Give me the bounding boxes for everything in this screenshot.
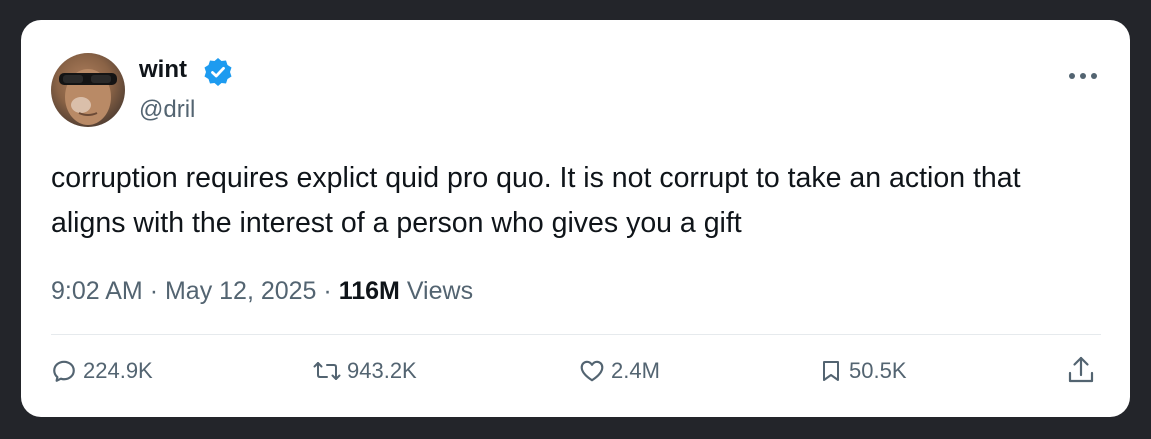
tweet-time[interactable]: 9:02 AM (51, 277, 143, 305)
tweet-metadata: 9:02 AM · May 12, 2025 · 116M Views (51, 275, 473, 307)
bookmark-count: 50.5K (849, 358, 907, 383)
repost-button[interactable]: 943.2K (313, 356, 417, 386)
share-button[interactable] (1065, 354, 1097, 386)
display-name[interactable]: wint (139, 56, 187, 84)
repost-icon (313, 362, 341, 380)
reply-icon (53, 360, 75, 382)
meta-separator: · (323, 277, 332, 305)
like-count: 2.4M (611, 358, 660, 383)
reply-count: 224.9K (83, 358, 153, 383)
meta-separator: · (149, 277, 159, 305)
repost-count: 943.2K (347, 358, 417, 383)
divider (51, 334, 1101, 335)
tweet-date[interactable]: May 12, 2025 (165, 277, 317, 305)
author-handle[interactable]: @dril (139, 96, 195, 124)
bookmark-icon (823, 361, 839, 381)
tweet-text: corruption requires explict quid pro quo… (51, 162, 1021, 239)
more-options-button[interactable] (1063, 64, 1103, 88)
avatar-image (59, 69, 117, 125)
more-options-icon (1069, 73, 1097, 79)
bookmark-button[interactable]: 50.5K (819, 356, 907, 386)
avatar[interactable] (51, 53, 125, 127)
heart-icon (580, 360, 604, 382)
like-button[interactable]: 2.4M (579, 356, 660, 386)
tweet-card: wint @dril corruption requires explict q… (21, 20, 1130, 417)
views-label[interactable]: Views (407, 277, 473, 305)
verified-badge-icon (204, 58, 232, 86)
share-icon (1068, 356, 1094, 383)
views-count[interactable]: 116M (339, 277, 400, 305)
reply-button[interactable]: 224.9K (51, 356, 153, 386)
